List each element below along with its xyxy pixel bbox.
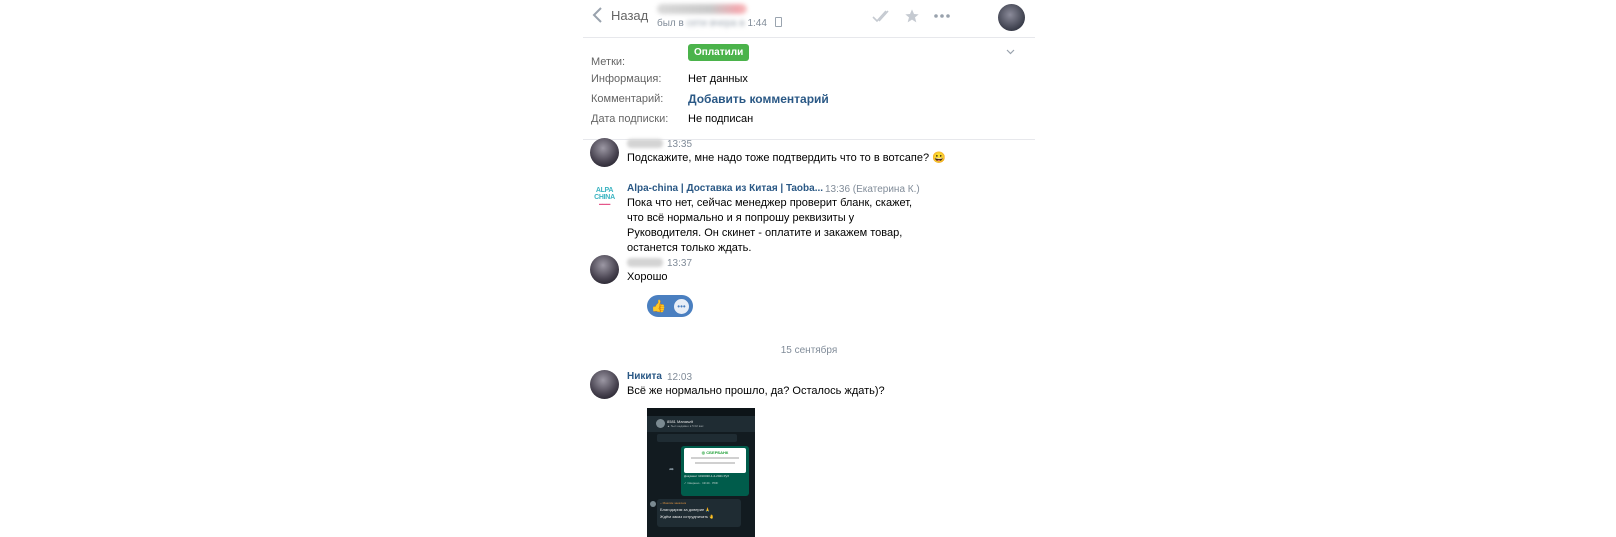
chat-panel: Назад был в сети вчера в 1:44 Метки: Опл…: [583, 0, 1035, 537]
message-time: 12:03: [667, 372, 693, 383]
message-text: Подскажите, мне надо тоже подтвердить чт…: [627, 152, 946, 164]
message-time: 13:37: [667, 258, 693, 269]
read-checkmarks-icon[interactable]: [872, 8, 894, 24]
tags-label: Метки:: [591, 56, 626, 68]
tag-badge[interactable]: Оплатили: [688, 44, 750, 61]
subscription-label: Дата подписки:: [591, 113, 669, 125]
last-seen-status: был в сети вчера в 1:44: [657, 17, 782, 29]
logo-text-line1: ALPA: [595, 187, 614, 194]
information-label: Информация:: [591, 73, 662, 85]
author-name-redacted[interactable]: [627, 139, 663, 148]
status-prefix: был в: [657, 18, 684, 29]
message-time: 13:36 (Екатерина К.): [825, 184, 920, 195]
document-meta: ✓ Сверено · 19:44 · PDF: [684, 481, 719, 485]
whatsapp-line1: Благодарим за доверие 🙏: [660, 507, 711, 512]
alpa-china-logo[interactable]: ALPA CHINA ▬▬▬: [590, 187, 619, 209]
message-time: 13:35: [667, 139, 693, 150]
back-button[interactable]: Назад: [591, 6, 648, 24]
whatsapp-contact-status: ▲ был недавно в 5:02 вас: [667, 424, 704, 428]
message-author[interactable]: Никита: [627, 371, 662, 382]
logo-text-line2: CHINA: [594, 194, 615, 201]
chevron-down-icon[interactable]: [1006, 49, 1015, 55]
reactions-bar[interactable]: 👍 •••: [647, 295, 693, 317]
whatsapp-sender: ~ Максим заказчик: [660, 501, 687, 505]
user-avatar[interactable]: [590, 255, 619, 284]
contact-name-redacted[interactable]: [657, 4, 747, 14]
chevron-left-icon: [592, 7, 602, 23]
status-time: 1:44: [747, 18, 767, 29]
sberbank-brand: ◎ СБЕРБАНК: [701, 450, 729, 455]
chat-header: Назад был в сети вчера в 1:44: [583, 0, 1035, 38]
author-name-redacted[interactable]: [627, 258, 663, 267]
status-redacted: сети вчера в: [686, 18, 745, 29]
more-reactions-icon[interactable]: •••: [673, 298, 689, 314]
more-icon[interactable]: [933, 13, 951, 19]
back-label: Назад: [611, 7, 649, 23]
subscription-value: Не подписан: [688, 113, 754, 125]
comment-label: Комментарий:: [591, 93, 664, 105]
star-icon[interactable]: [904, 8, 920, 24]
date-separator: 15 сентября: [780, 345, 838, 356]
add-comment-link[interactable]: Добавить комментарий: [688, 92, 829, 106]
user-avatar[interactable]: [590, 370, 619, 399]
contact-avatar[interactable]: [998, 4, 1025, 31]
mobile-icon: [774, 17, 782, 27]
thumbs-up-reaction-icon[interactable]: 👍: [651, 299, 666, 313]
contact-info-panel: Метки: Оплатили Информация: Нет данных К…: [583, 38, 1035, 140]
message-author[interactable]: Alpa-china | Доставка из Китая | Taoba..…: [627, 183, 823, 194]
message-text: Всё же нормально прошло, да? Осталось жд…: [627, 385, 885, 397]
document-title: Документ 1010430-1-2-2021 Руб: [684, 474, 729, 478]
information-value: Нет данных: [688, 73, 748, 85]
forward-icon: ➦: [669, 467, 675, 473]
image-attachment[interactable]: 8581 Manaszit ▲ был недавно в 5:02 вас ◎…: [647, 408, 755, 537]
whatsapp-line2: Ждём заказ сотрудничать 🤚: [660, 514, 715, 519]
user-avatar[interactable]: [590, 138, 619, 167]
message-text: Пока что нет, сейчас менеджер проверит б…: [627, 197, 913, 254]
message-text: Хорошо: [627, 271, 668, 283]
whatsapp-contact-avatar: [656, 419, 665, 428]
